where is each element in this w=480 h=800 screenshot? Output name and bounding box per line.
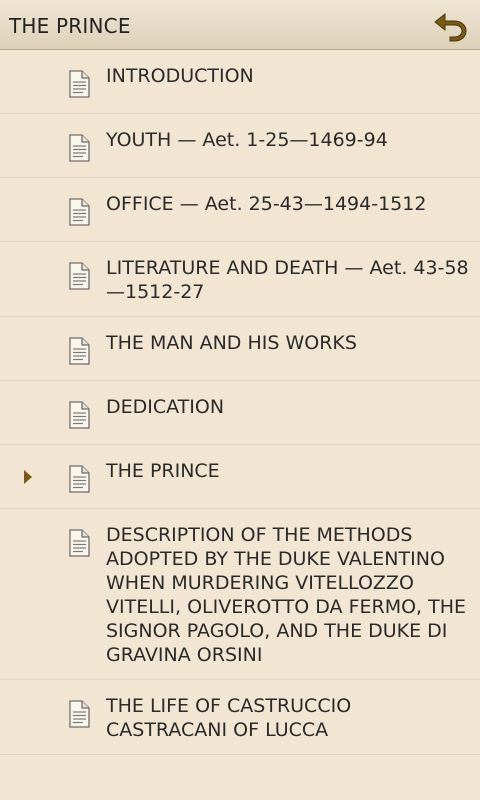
toc-item-8[interactable]: DESCRIPTION OF THE METHODS ADOPTED BY TH… bbox=[0, 509, 480, 680]
document-icon bbox=[69, 529, 90, 557]
document-icon bbox=[69, 70, 90, 98]
back-arrow-icon[interactable] bbox=[432, 8, 470, 42]
toc-item-1[interactable]: INTRODUCTION bbox=[0, 50, 480, 114]
table-of-contents: INTRODUCTION YOUTH — Aet. 1-25—1469-94 O… bbox=[0, 50, 480, 755]
toc-item-9[interactable]: THE LIFE OF CASTRUCCIO CASTRACANI OF LUC… bbox=[0, 680, 480, 755]
toc-item-label: DEDICATION bbox=[106, 396, 225, 418]
page-title: THE PRINCE bbox=[9, 14, 131, 38]
app-header: THE PRINCE bbox=[0, 0, 480, 50]
toc-item-label: OFFICE — Aet. 25-43—1494-1512 bbox=[106, 193, 427, 215]
document-icon bbox=[69, 337, 90, 365]
toc-item-3[interactable]: OFFICE — Aet. 25-43—1494-1512 bbox=[0, 178, 480, 242]
document-icon bbox=[69, 134, 90, 162]
document-icon bbox=[69, 700, 90, 728]
document-icon bbox=[69, 465, 90, 493]
toc-item-label: YOUTH — Aet. 1-25—1469-94 bbox=[106, 129, 388, 151]
toc-item-2[interactable]: YOUTH — Aet. 1-25—1469-94 bbox=[0, 114, 480, 178]
toc-item-label: DESCRIPTION OF THE METHODS ADOPTED BY TH… bbox=[106, 524, 467, 666]
toc-item-label: INTRODUCTION bbox=[106, 65, 254, 87]
toc-item-label: THE MAN AND HIS WORKS bbox=[106, 332, 357, 354]
document-icon bbox=[69, 401, 90, 429]
document-icon bbox=[69, 198, 90, 226]
toc-item-label: THE LIFE OF CASTRUCCIO CASTRACANI OF LUC… bbox=[106, 695, 352, 741]
current-chapter-marker-icon bbox=[24, 470, 32, 484]
toc-item-5[interactable]: THE MAN AND HIS WORKS bbox=[0, 317, 480, 381]
toc-item-4[interactable]: LITERATURE AND DEATH — Aet. 43-58—1512-2… bbox=[0, 242, 480, 317]
toc-item-label: LITERATURE AND DEATH — Aet. 43-58—1512-2… bbox=[106, 257, 469, 303]
toc-item-7[interactable]: THE PRINCE bbox=[0, 445, 480, 509]
document-icon bbox=[69, 262, 90, 290]
toc-item-6[interactable]: DEDICATION bbox=[0, 381, 480, 445]
toc-item-label: THE PRINCE bbox=[106, 460, 220, 482]
